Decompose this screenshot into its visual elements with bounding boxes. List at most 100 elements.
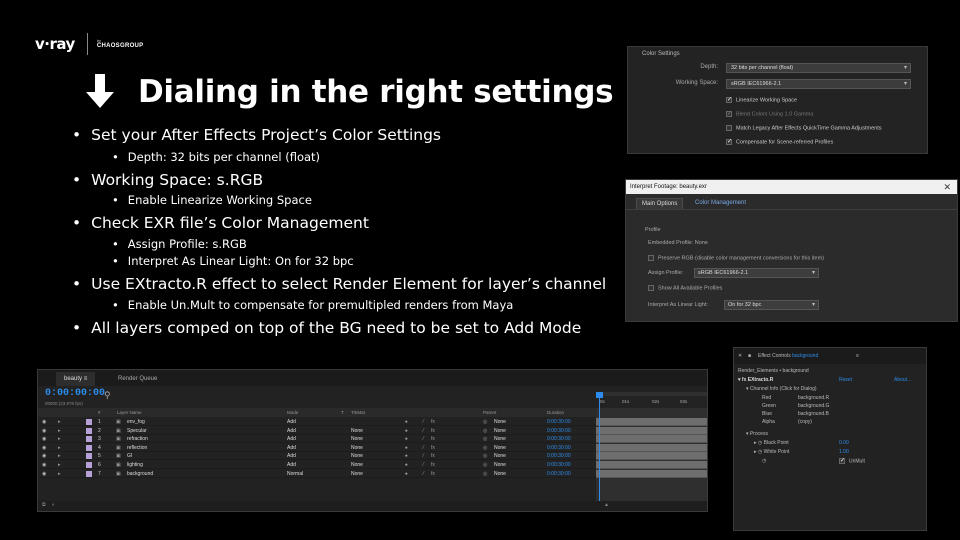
layer-duration[interactable]: 0:00:30:00 (547, 427, 571, 435)
effects-icon[interactable]: fx (431, 470, 435, 478)
shy-icon[interactable]: ♠ (405, 418, 408, 426)
label-color-swatch[interactable] (86, 419, 92, 425)
disclosure-triangle-icon[interactable]: ▸ (754, 440, 757, 446)
preserve-rgb-checkbox[interactable]: Preserve RGB (disable color management c… (648, 255, 824, 261)
effects-icon[interactable]: fx (431, 435, 435, 443)
playhead-line[interactable] (599, 392, 600, 511)
tab-beauty-comp[interactable]: beauty ≡ (56, 372, 96, 386)
parent-dropdown[interactable]: None (494, 427, 506, 435)
quality-icon[interactable]: ⁄ (423, 435, 424, 443)
quality-icon[interactable]: ⁄ (423, 452, 424, 460)
blend-mode-dropdown[interactable]: Add (287, 435, 296, 443)
layer-track-bar[interactable] (596, 452, 707, 461)
quality-icon[interactable]: ⁄ (423, 418, 424, 426)
effect-controls-tab-title[interactable]: Effect Controls background (758, 353, 818, 359)
layer-name[interactable]: lighting (127, 461, 143, 469)
visibility-eye-icon[interactable]: ◉ (42, 427, 46, 435)
black-point-row[interactable]: ▸ ◷ Black Point (754, 440, 789, 446)
zoom-slider-icon[interactable]: ▲ (604, 502, 609, 508)
parent-dropdown[interactable]: None (494, 452, 506, 460)
blend-mode-dropdown[interactable]: Add (287, 461, 296, 469)
effects-icon[interactable]: fx (431, 418, 435, 426)
black-point-value[interactable]: 0.00 (839, 440, 849, 446)
parent-dropdown[interactable]: None (494, 444, 506, 452)
parent-dropdown[interactable]: None (494, 418, 506, 426)
close-icon[interactable]: ✕ (738, 353, 742, 359)
current-timecode[interactable]: 0:00:00:00 (45, 388, 105, 399)
blend-colors-checkbox[interactable]: ✓ Blend Colors Using 1.0 Gamma (726, 111, 813, 117)
blend-mode-dropdown[interactable]: Add (287, 427, 296, 435)
layer-duration[interactable]: 0:00:30:00 (547, 452, 571, 460)
menu-icon[interactable]: ≡ (84, 376, 88, 382)
disclosure-triangle-icon[interactable]: ▸ (58, 470, 61, 478)
tab-render-queue[interactable]: Render Queue (110, 372, 165, 386)
white-point-row[interactable]: ▸ ◷ White Point (754, 449, 789, 455)
blend-mode-dropdown[interactable]: Normal (287, 470, 303, 478)
visibility-eye-icon[interactable]: ◉ (42, 418, 46, 426)
layer-name[interactable]: refraction (127, 435, 148, 443)
toggle-switches-icon[interactable]: ⧉ (42, 502, 46, 508)
disclosure-triangle-icon[interactable]: ▾ (746, 431, 749, 437)
trkmat-dropdown[interactable]: None (351, 470, 363, 478)
label-color-swatch[interactable] (86, 427, 92, 434)
layer-track-bar[interactable] (596, 443, 707, 452)
disclosure-triangle-icon[interactable]: ▸ (58, 427, 61, 435)
quality-icon[interactable]: ⁄ (423, 461, 424, 469)
working-space-dropdown[interactable]: sRGB IEC61966-2.1 (726, 79, 911, 89)
layer-track-bar[interactable] (596, 435, 707, 444)
label-color-swatch[interactable] (86, 462, 92, 468)
visibility-eye-icon[interactable]: ◉ (42, 435, 46, 443)
shy-icon[interactable]: ♠ (405, 461, 408, 469)
effects-icon[interactable]: fx (431, 461, 435, 469)
parent-pickwhip-icon[interactable]: ◎ (483, 452, 487, 460)
parent-dropdown[interactable]: None (494, 435, 506, 443)
stopwatch-icon[interactable]: ◷ (758, 449, 762, 455)
parent-pickwhip-icon[interactable]: ◎ (483, 435, 487, 443)
trkmat-dropdown[interactable]: None (351, 427, 363, 435)
disclosure-triangle-icon[interactable]: ▸ (58, 452, 61, 460)
channel-blue-value[interactable]: background.B (798, 411, 829, 417)
label-color-swatch[interactable] (86, 436, 92, 443)
interpret-linear-dropdown[interactable]: On for 32 bpc (724, 300, 819, 310)
lock-icon[interactable]: ■ (748, 353, 751, 359)
blend-mode-dropdown[interactable]: Add (287, 418, 296, 426)
layer-name[interactable]: Specular (127, 427, 147, 435)
effects-icon[interactable]: fx (431, 452, 435, 460)
trkmat-dropdown[interactable]: None (351, 444, 363, 452)
table-row[interactable]: ◉ ▸ 7 ▣ background Normal None ♠ ⁄ fx ◎ None 0:00:30… (38, 470, 596, 478)
parent-dropdown[interactable]: None (494, 461, 506, 469)
table-row[interactable]: ◉ ▸ 4 ▣ reflection Add None ♠ ⁄ fx ◎ None 0:00:30:00 (38, 444, 596, 452)
stopwatch-icon[interactable]: ◷ (762, 458, 766, 464)
table-row[interactable]: ◉ ▸ 1 ▣ env_fog Add ♠ ⁄ fx ◎ None 0:00:30:00 (38, 418, 596, 426)
match-legacy-checkbox[interactable]: Match Legacy After Effects QuickTime Gam… (726, 125, 882, 131)
channel-info-row[interactable]: ▾ Channel Info (Click for Dialog) (746, 386, 817, 392)
layer-track-bar[interactable] (596, 418, 707, 426)
disclosure-triangle-icon[interactable]: ▸ (58, 461, 61, 469)
trkmat-dropdown[interactable]: None (351, 461, 363, 469)
parent-pickwhip-icon[interactable]: ◎ (483, 418, 487, 426)
label-color-swatch[interactable] (86, 453, 92, 460)
layer-track-bar[interactable] (596, 461, 707, 469)
label-color-swatch[interactable] (86, 444, 92, 451)
table-row[interactable]: ◉ ▸ 5 ▣ GI Add None ♠ ⁄ fx ◎ None 0:00:30:00 (38, 452, 596, 461)
shy-icon[interactable]: ♠ (405, 470, 408, 478)
blend-mode-dropdown[interactable]: Add (287, 452, 296, 460)
disclosure-triangle-icon[interactable]: ▾ (746, 386, 749, 392)
label-color-swatch[interactable] (86, 470, 92, 477)
layer-duration[interactable]: 0:00:30:00 (547, 418, 571, 426)
parent-pickwhip-icon[interactable]: ◎ (483, 470, 487, 478)
tab-main-options[interactable]: Main Options (636, 198, 684, 209)
layer-name[interactable]: reflection (127, 444, 147, 452)
white-point-value[interactable]: 1.00 (839, 449, 849, 455)
shy-icon[interactable]: ♠ (405, 427, 408, 435)
shy-icon[interactable]: ♠ (405, 435, 408, 443)
process-row[interactable]: ▾ Process (746, 431, 768, 437)
visibility-eye-icon[interactable]: ◉ (42, 470, 46, 478)
stopwatch-icon[interactable]: ◷ (758, 440, 762, 446)
layer-name[interactable]: env_fog (127, 418, 145, 426)
disclosure-triangle-icon[interactable]: ▸ (58, 418, 61, 426)
linearize-working-space-checkbox[interactable]: ✓ Linearize Working Space (726, 97, 797, 103)
parent-pickwhip-icon[interactable]: ◎ (483, 427, 487, 435)
layer-duration[interactable]: 0:00:30:00 (547, 470, 571, 478)
quality-icon[interactable]: ⁄ (423, 444, 424, 452)
